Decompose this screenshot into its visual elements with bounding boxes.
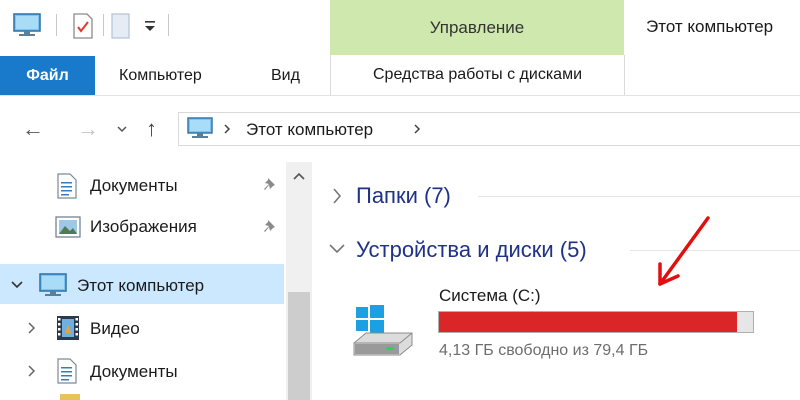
folder-icon (60, 394, 80, 400)
back-arrow-icon[interactable]: ← (22, 118, 44, 140)
pin-icon[interactable] (262, 218, 278, 234)
collapsed-chevron-icon[interactable] (26, 364, 36, 378)
drive-name[interactable]: Система (C:) (439, 286, 541, 306)
document-icon (57, 173, 77, 199)
new-folder-icon[interactable] (110, 12, 132, 40)
toolbar-separator (56, 14, 57, 36)
file-tab[interactable]: Файл (0, 56, 95, 95)
toolbar-separator (103, 14, 104, 36)
breadcrumb-this-pc[interactable]: Этот компьютер (246, 120, 373, 140)
sidebar-item-videos[interactable]: Видео (90, 319, 140, 339)
window-title: Этот компьютер (646, 17, 774, 36)
group-title-devices[interactable]: Устройства и диски (5) (356, 237, 587, 263)
tab-computer[interactable]: Компьютер (119, 67, 202, 85)
video-icon (57, 316, 79, 340)
computer-icon (39, 273, 67, 296)
up-arrow-icon[interactable]: ↑ (146, 118, 157, 140)
group-expanded-chevron-icon[interactable] (327, 241, 347, 255)
properties-icon[interactable] (72, 12, 94, 40)
computer-icon[interactable] (12, 12, 42, 38)
group-divider (478, 196, 800, 197)
scrollbar-thumb[interactable] (288, 292, 310, 400)
computer-icon (187, 117, 213, 138)
group-collapsed-chevron-icon[interactable] (330, 186, 344, 206)
recent-locations-chevron-icon[interactable] (116, 124, 128, 134)
breadcrumb-chevron-icon[interactable] (412, 123, 422, 135)
collapsed-chevron-icon[interactable] (26, 321, 36, 335)
pin-icon[interactable] (262, 176, 278, 192)
sidebar-item-this-pc[interactable]: Этот компьютер (77, 276, 204, 296)
scroll-up-icon[interactable] (291, 170, 307, 182)
manage-tab[interactable]: Управление (330, 0, 624, 55)
sidebar-item-pictures[interactable]: Изображения (90, 217, 197, 237)
annotation-arrow-icon (658, 216, 710, 286)
sidebar-item-documents-pinned[interactable]: Документы (90, 176, 178, 196)
drive-free-space: 4,13 ГБ свободно из 79,4 ГБ (439, 342, 649, 359)
expanded-chevron-icon[interactable] (10, 279, 24, 291)
toolbar-separator (168, 14, 169, 36)
group-title-folders[interactable]: Папки (7) (356, 183, 451, 209)
tab-view[interactable]: Вид (271, 67, 300, 85)
drive-usage-fill (439, 312, 737, 332)
customize-toolbar-icon[interactable] (142, 18, 158, 34)
document-icon (57, 358, 77, 384)
pictures-icon (55, 216, 81, 238)
forward-arrow-icon[interactable]: → (77, 118, 99, 140)
tab-disk-tools[interactable]: Средства работы с дисками (330, 55, 625, 95)
system-drive-icon[interactable] (350, 303, 416, 361)
breadcrumb-chevron-icon[interactable] (222, 123, 232, 135)
sidebar-item-documents[interactable]: Документы (90, 362, 178, 382)
